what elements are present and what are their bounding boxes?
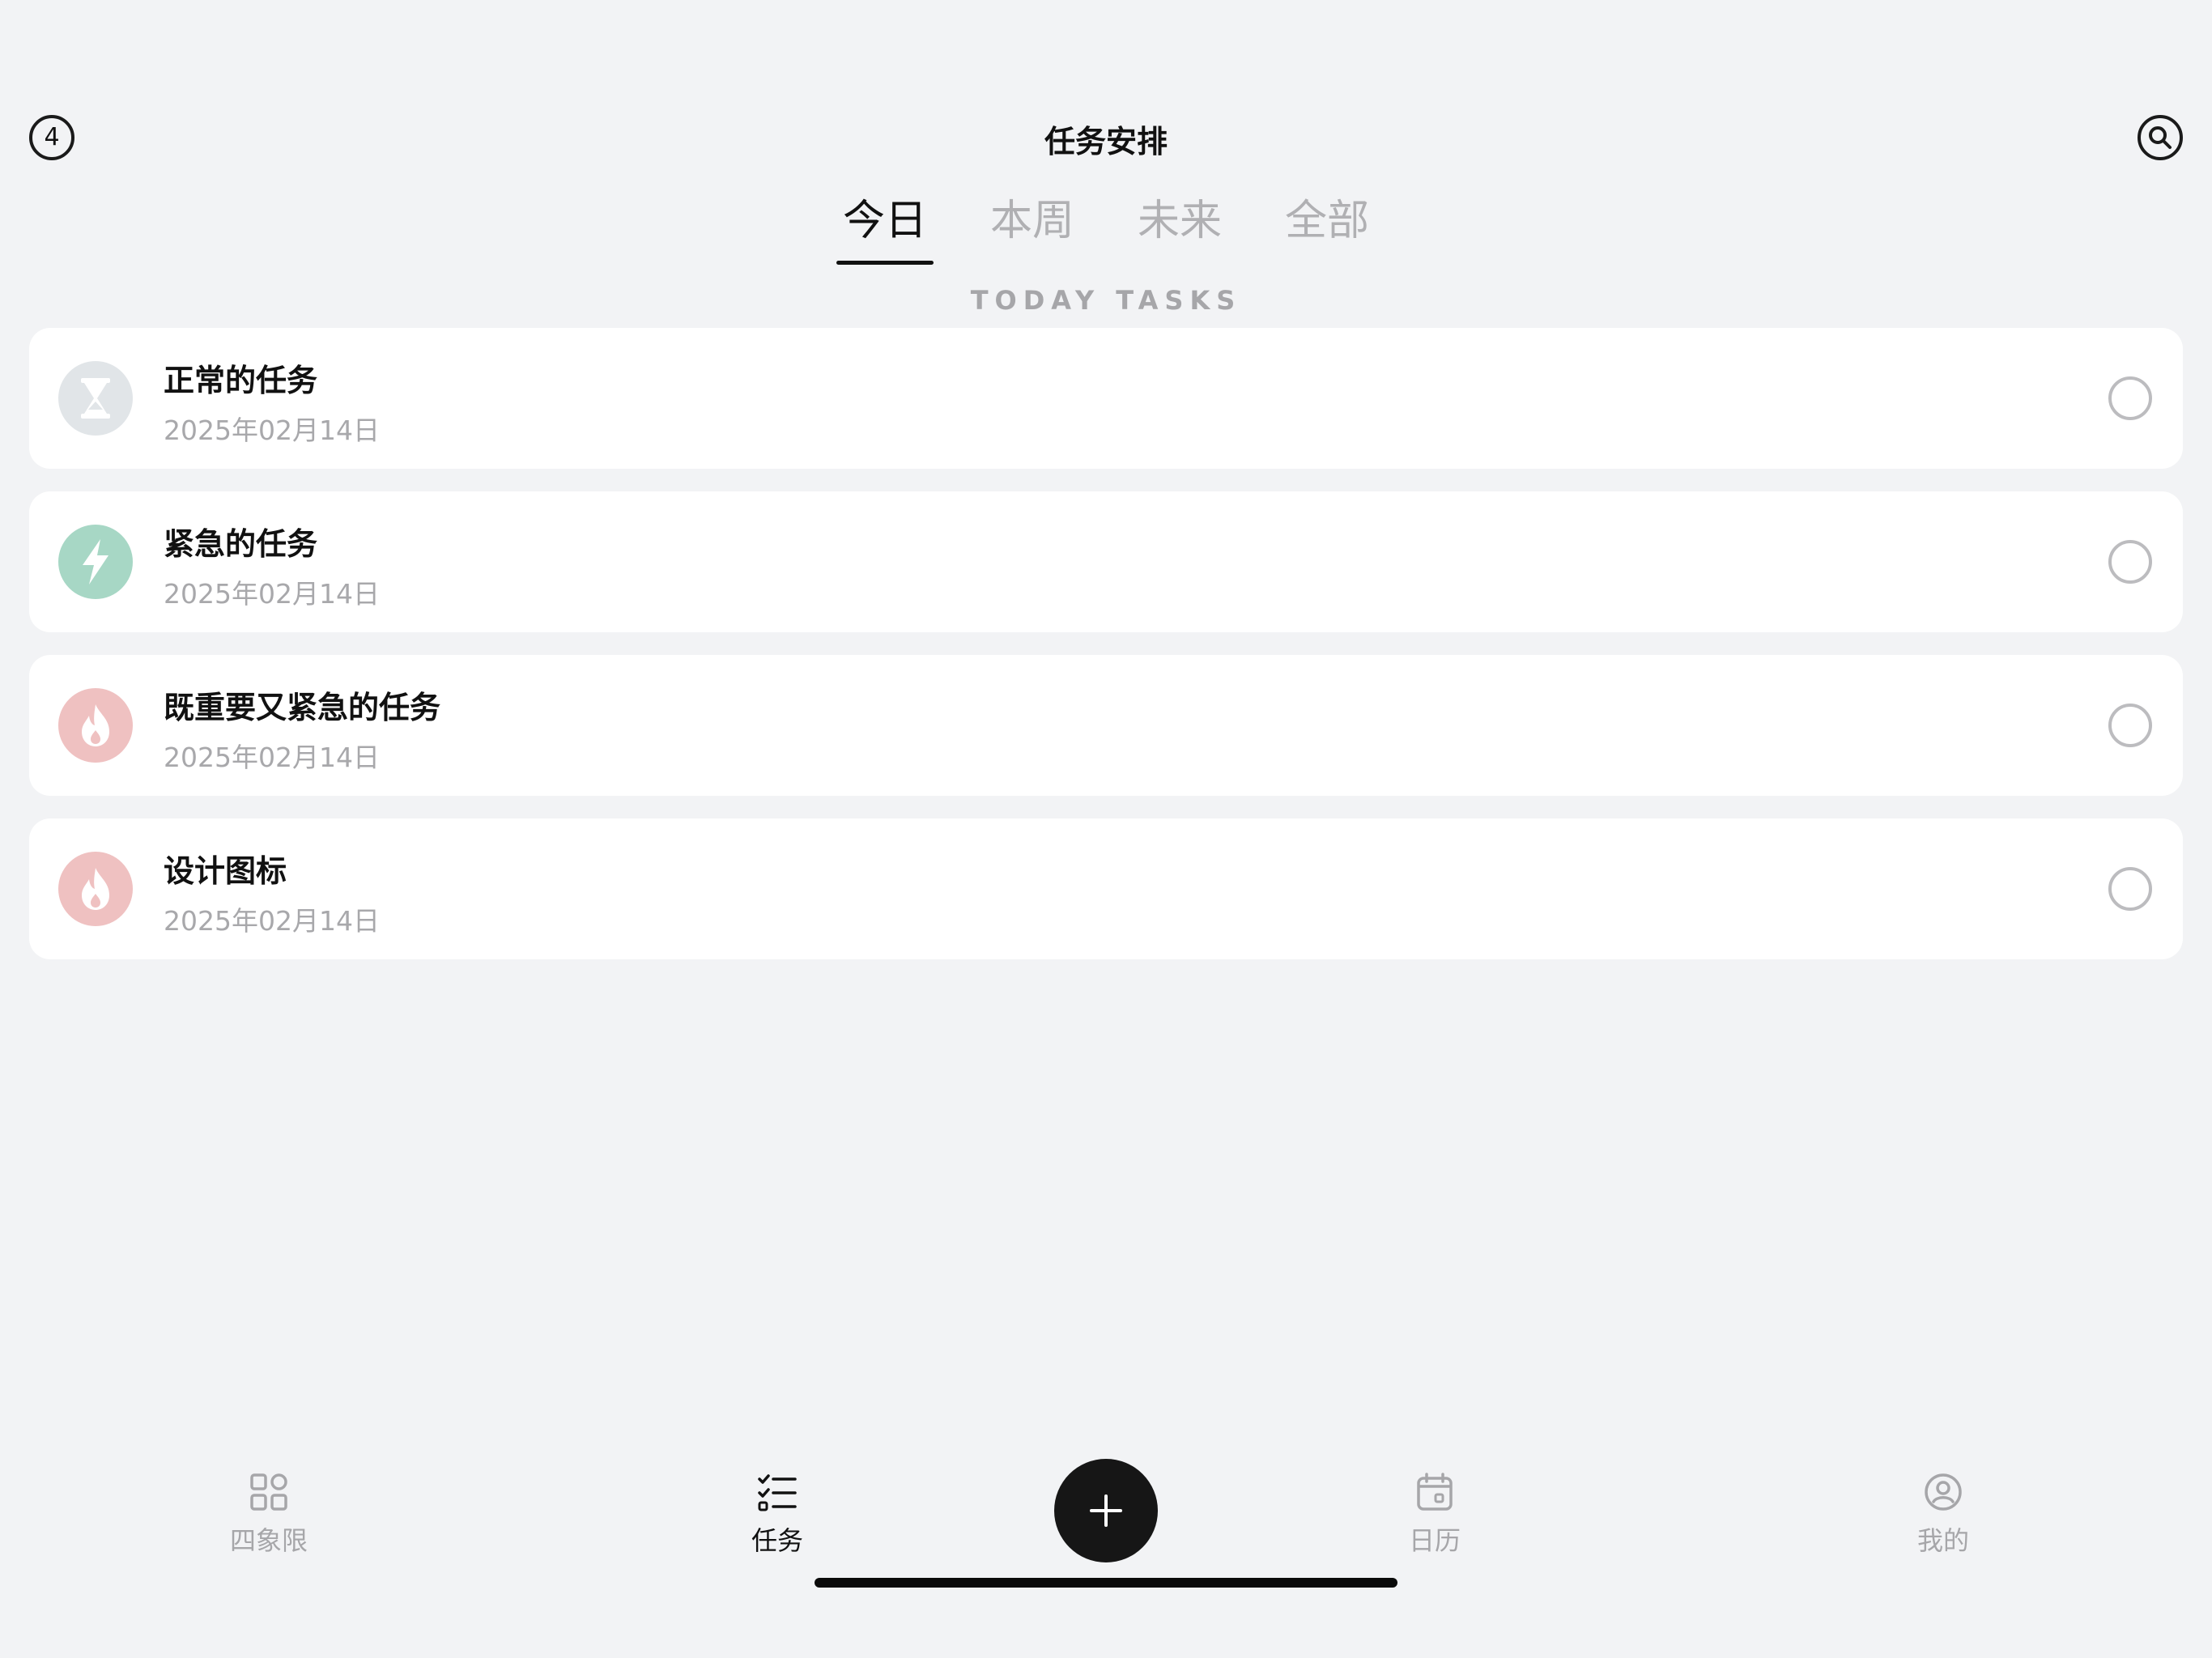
task-date: 2025年02月14日 bbox=[164, 414, 380, 446]
nav-item-calendar[interactable]: 日历 bbox=[1354, 1472, 1516, 1558]
tab-future[interactable]: 未来 bbox=[1131, 186, 1228, 265]
task-title: 正常的任务 bbox=[164, 363, 318, 398]
grid-icon bbox=[250, 1473, 287, 1511]
complete-checkbox[interactable] bbox=[2108, 376, 2152, 420]
plus-icon bbox=[1090, 1494, 1122, 1527]
nav-item-tasks[interactable]: 任务 bbox=[696, 1472, 858, 1558]
app-screen: 4 任务安排 今日 本周 未来 全部 TODAY TASKS 正常的任务 202… bbox=[0, 0, 2212, 1658]
task-card[interactable]: 设计图标 2025年02月14日 bbox=[29, 818, 2183, 959]
task-title: 既重要又紧急的任务 bbox=[164, 690, 441, 725]
checklist-icon bbox=[758, 1474, 797, 1511]
task-date: 2025年02月14日 bbox=[164, 742, 380, 773]
flame-icon bbox=[82, 704, 109, 746]
page-title: 任务安排 bbox=[1044, 124, 1168, 159]
complete-checkbox[interactable] bbox=[2108, 867, 2152, 911]
task-card[interactable]: 紧急的任务 2025年02月14日 bbox=[29, 491, 2183, 632]
tab-today[interactable]: 今日 bbox=[836, 186, 934, 265]
task-date: 2025年02月14日 bbox=[164, 905, 380, 937]
complete-checkbox[interactable] bbox=[2108, 704, 2152, 747]
priority-avatar-hot bbox=[58, 688, 133, 763]
profile-icon bbox=[1925, 1473, 1962, 1511]
calendar-icon bbox=[1417, 1473, 1453, 1511]
flame-icon bbox=[82, 868, 109, 910]
add-task-button[interactable] bbox=[1054, 1459, 1158, 1562]
home-indicator[interactable] bbox=[815, 1578, 1397, 1588]
search-icon bbox=[2149, 126, 2172, 149]
nav-label: 任务 bbox=[751, 1525, 803, 1556]
task-list: 正常的任务 2025年02月14日 紧急的任务 2025年02月14日 既重要又… bbox=[29, 328, 2183, 982]
nav-item-quadrant[interactable]: 四象限 bbox=[188, 1472, 350, 1558]
tab-all[interactable]: 全部 bbox=[1278, 186, 1376, 265]
task-card[interactable]: 既重要又紧急的任务 2025年02月14日 bbox=[29, 655, 2183, 796]
section-label: TODAY TASKS bbox=[970, 285, 1242, 316]
nav-label: 四象限 bbox=[229, 1525, 308, 1556]
nav-label: 我的 bbox=[1916, 1525, 1969, 1556]
task-card[interactable]: 正常的任务 2025年02月14日 bbox=[29, 328, 2183, 469]
nav-label: 日历 bbox=[1408, 1525, 1461, 1556]
nav-item-profile[interactable]: 我的 bbox=[1862, 1472, 2024, 1558]
task-title: 设计图标 bbox=[164, 853, 287, 889]
tab-bar: 今日 本周 未来 全部 bbox=[0, 186, 2212, 265]
priority-avatar-normal bbox=[58, 361, 133, 436]
task-date: 2025年02月14日 bbox=[164, 578, 380, 610]
lightning-icon bbox=[83, 539, 108, 585]
hourglass-icon bbox=[81, 378, 110, 419]
tab-week[interactable]: 本周 bbox=[984, 186, 1081, 265]
priority-avatar-urgent bbox=[58, 525, 133, 599]
priority-avatar-hot bbox=[58, 852, 133, 926]
search-button[interactable] bbox=[2138, 115, 2183, 160]
task-title: 紧急的任务 bbox=[164, 526, 318, 562]
complete-checkbox[interactable] bbox=[2108, 540, 2152, 584]
